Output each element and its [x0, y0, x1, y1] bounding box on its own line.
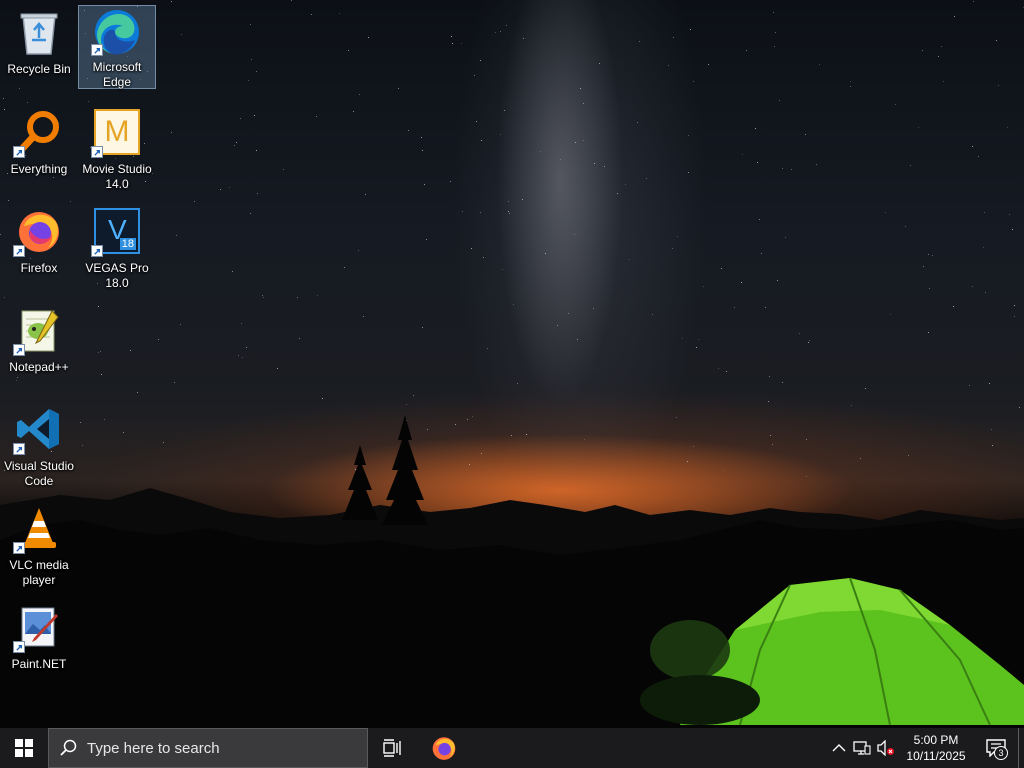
search-input[interactable] — [87, 739, 347, 757]
shortcut-arrow-icon — [13, 344, 25, 356]
network-button[interactable] — [850, 728, 874, 768]
shortcut-arrow-icon — [13, 542, 25, 554]
edge-icon — [91, 8, 143, 56]
shortcut-arrow-icon — [91, 146, 103, 158]
paintnet-icon — [13, 601, 65, 653]
search-icon — [60, 739, 77, 756]
shortcut-arrow-icon — [13, 641, 25, 653]
desktop-icon-label: Everything — [10, 162, 68, 176]
network-icon — [853, 741, 871, 755]
taskbar-search-box[interactable] — [48, 728, 368, 768]
desktop-icon-firefox[interactable]: Firefox — [0, 203, 78, 295]
desktop-icon-movie-studio[interactable]: M Movie Studio 14.0 — [78, 104, 156, 196]
desktop-icon-everything[interactable]: Everything — [0, 104, 78, 196]
shortcut-arrow-icon — [13, 146, 25, 158]
desktop-icon-label: Movie Studio 14.0 — [82, 162, 152, 191]
taskbar-clock[interactable]: 5:00 PM 10/11/2025 — [898, 728, 974, 768]
clock-time: 5:00 PM — [913, 733, 959, 747]
chevron-up-icon — [832, 744, 846, 752]
start-button[interactable] — [0, 728, 48, 768]
task-view-icon — [383, 739, 401, 757]
desktop-icon-label: Microsoft Edge — [92, 60, 142, 89]
volume-button[interactable] — [874, 728, 898, 768]
task-view-button[interactable] — [368, 728, 416, 768]
movie-studio-icon: M — [91, 106, 143, 158]
volume-muted-icon — [877, 740, 894, 756]
system-tray: 5:00 PM 10/11/2025 3 — [828, 728, 1024, 768]
clock-date: 10/11/2025 — [906, 749, 966, 763]
desktop-icon-vscode[interactable]: Visual Studio Code — [0, 401, 78, 493]
recycle-bin-icon — [13, 6, 65, 58]
shortcut-arrow-icon — [91, 245, 103, 257]
shortcut-arrow-icon — [13, 245, 25, 257]
desktop-icon-vlc[interactable]: VLC media player — [0, 500, 78, 592]
vlc-icon — [13, 502, 65, 554]
desktop-icon-label: VEGAS Pro 18.0 — [85, 261, 149, 290]
desktop-icon-label: Visual Studio Code — [4, 459, 74, 488]
desktop-icon-label: Notepad++ — [9, 360, 69, 374]
taskbar: 5:00 PM 10/11/2025 3 — [0, 728, 1024, 768]
notification-count-badge: 3 — [994, 746, 1008, 760]
desktop-icon-label: VLC media player — [9, 558, 69, 587]
action-center-button[interactable]: 3 — [974, 728, 1018, 768]
firefox-icon — [432, 737, 456, 760]
vscode-icon — [13, 403, 65, 455]
vegas-pro-version: 18 — [119, 238, 136, 250]
desktop-icon-label: Firefox — [20, 261, 58, 275]
taskbar-app-firefox[interactable] — [420, 728, 468, 768]
desktop-icon-microsoft-edge[interactable]: Microsoft Edge — [78, 5, 156, 89]
show-hidden-icons-button[interactable] — [828, 728, 850, 768]
desktop-icon-vegas-pro[interactable]: V 18 VEGAS Pro 18.0 — [78, 203, 156, 295]
notepadpp-icon — [13, 304, 65, 356]
desktop-icon-recycle-bin[interactable]: Recycle Bin — [0, 4, 78, 96]
windows-logo-icon — [15, 739, 33, 757]
shortcut-arrow-icon — [13, 443, 25, 455]
desktop-icon-paintnet[interactable]: Paint.NET — [0, 599, 78, 691]
show-desktop-button[interactable] — [1018, 728, 1024, 768]
firefox-icon — [13, 205, 65, 257]
shortcut-arrow-icon — [91, 44, 103, 56]
vegas-pro-icon: V 18 — [91, 205, 143, 257]
desktop-icon-label: Paint.NET — [11, 657, 67, 671]
everything-icon — [13, 106, 65, 158]
desktop-icon-notepadpp[interactable]: Notepad++ — [0, 302, 78, 394]
desktop-icon-label: Recycle Bin — [7, 62, 71, 76]
movie-studio-letter: M — [104, 115, 130, 148]
